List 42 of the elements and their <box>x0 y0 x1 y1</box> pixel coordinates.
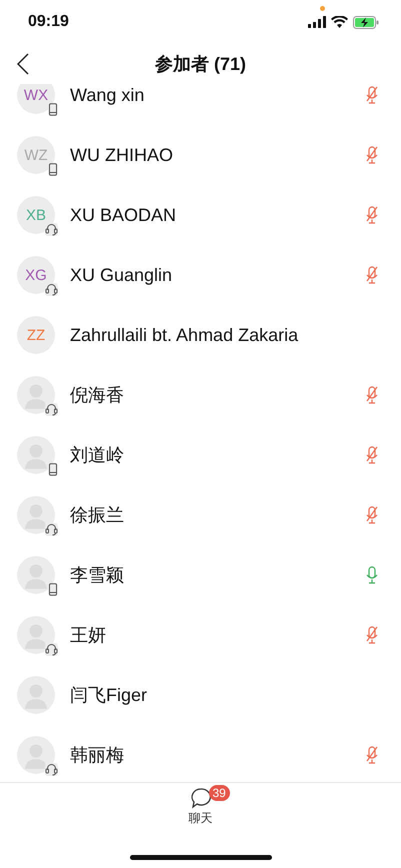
muted-mic-icon[interactable] <box>365 626 379 644</box>
mic-icon[interactable] <box>365 566 379 584</box>
participant-name: 李雪颖 <box>70 564 125 587</box>
avatar: XB <box>17 196 55 234</box>
person-silhouette-icon <box>25 504 47 529</box>
person-silhouette-icon <box>25 684 47 709</box>
muted-mic-icon[interactable] <box>365 746 379 764</box>
battery-charging-icon <box>353 16 379 28</box>
participant-name: XU Guanglin <box>70 264 174 286</box>
muted-mic-icon[interactable] <box>365 446 379 464</box>
participant-name: 倪海香 <box>70 384 125 407</box>
avatar: XG <box>17 256 55 294</box>
person-silhouette-icon <box>25 624 47 649</box>
muted-mic-icon[interactable] <box>365 506 379 524</box>
participant-name: 闫飞Figer <box>70 684 148 707</box>
privacy-dot <box>320 6 325 11</box>
muted-mic-icon[interactable] <box>365 386 379 404</box>
person-silhouette-icon <box>25 564 47 589</box>
participant-name: XU BAODAN <box>70 204 178 226</box>
unread-badge: 39 <box>208 785 230 801</box>
muted-mic-icon[interactable] <box>365 86 379 104</box>
participant-name: WU ZHIHAO <box>70 144 174 166</box>
muted-mic-icon[interactable] <box>365 206 379 224</box>
avatar: ZZ <box>17 316 55 354</box>
status-time: 09:19 <box>28 13 69 31</box>
participant-name: 刘道岭 <box>70 444 125 467</box>
person-silhouette-icon <box>25 744 47 769</box>
wifi-icon <box>331 16 348 28</box>
participant-name: Zahrullaili bt. Ahmad Zakaria <box>70 324 300 346</box>
muted-mic-icon[interactable] <box>365 266 379 284</box>
participant-name: Wang xin <box>70 84 146 106</box>
person-silhouette-icon <box>25 384 47 409</box>
avatar: WX <box>17 84 55 114</box>
chat-bubble-icon <box>190 787 212 809</box>
participant-name: 王妍 <box>70 624 107 647</box>
person-silhouette-icon <box>25 444 47 469</box>
avatar: WZ <box>17 136 55 174</box>
muted-mic-icon[interactable] <box>365 146 379 164</box>
participant-name: 韩丽梅 <box>70 744 125 767</box>
signal-icon <box>308 16 326 28</box>
participant-name: 徐振兰 <box>70 504 125 527</box>
page-title: 参加者 (71) <box>154 53 246 76</box>
